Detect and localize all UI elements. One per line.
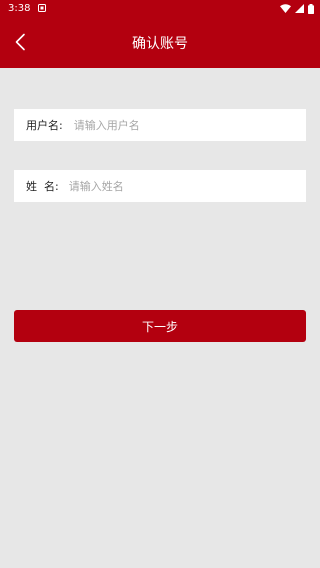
status-icons [280, 3, 314, 17]
wifi-icon [280, 4, 291, 16]
page-title: 确认账号 [132, 36, 188, 52]
name-input[interactable] [58, 170, 306, 202]
battery-icon [308, 3, 314, 17]
app-bar: 确认账号 [0, 20, 320, 68]
username-label: 用户名: [26, 119, 63, 132]
username-field-row: 用户名: [14, 109, 306, 141]
username-input[interactable] [62, 109, 306, 141]
notification-icon [38, 4, 46, 12]
status-time: 3:38 [8, 3, 31, 14]
name-field-row: 姓 名: [14, 170, 306, 202]
status-bar: 3:38 [0, 0, 320, 20]
next-step-button[interactable]: 下一步 [14, 310, 306, 342]
name-label: 姓 名: [26, 180, 59, 193]
chevron-left-icon [14, 33, 26, 55]
back-button[interactable] [4, 28, 36, 60]
signal-icon [295, 4, 304, 16]
